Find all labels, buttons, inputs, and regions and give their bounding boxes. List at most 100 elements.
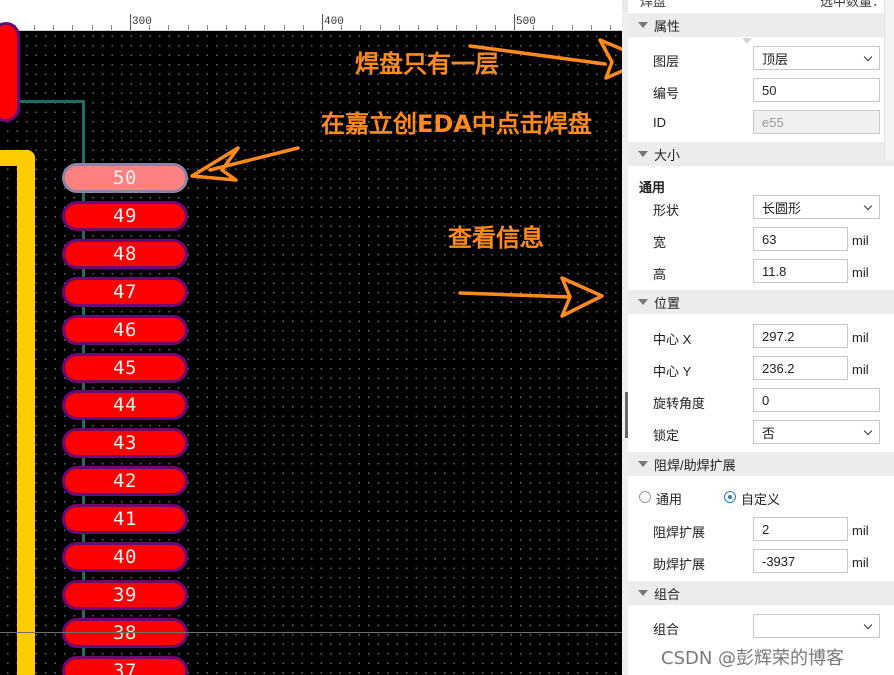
pad-41[interactable]: 41 [62, 504, 188, 534]
center-x-label: 中心 X [653, 332, 692, 347]
ruler-minor-tick [188, 25, 189, 30]
id-input: e55 [753, 110, 880, 134]
pad-42[interactable]: 42 [62, 466, 188, 496]
group-select[interactable] [753, 614, 880, 638]
ruler-minor-tick [533, 25, 534, 30]
outline-track-corner [0, 150, 35, 166]
collapse-triangle-icon [638, 590, 648, 596]
shape-label: 形状 [653, 203, 680, 218]
pad-43[interactable]: 43 [62, 428, 188, 458]
ruler-minor-tick [149, 25, 150, 30]
center-y-unit: mil [852, 362, 869, 377]
panel-header: 焊盘 选中数量：1 [628, 0, 894, 8]
section-group-label: 组合 [654, 586, 681, 602]
pad-label: 37 [113, 660, 137, 675]
ruler-minor-tick [264, 25, 265, 30]
ruler-minor-tick [552, 25, 553, 30]
mask-custom-radio[interactable] [724, 491, 736, 503]
width-unit: mil [852, 233, 869, 248]
mask-custom-label: 自定义 [741, 492, 781, 507]
pad-label: 38 [113, 622, 137, 644]
pad-38[interactable]: 38 [62, 618, 188, 648]
paste-mask-unit: mil [852, 555, 869, 570]
paste-mask-value: -3937 [762, 553, 796, 569]
paste-mask-input[interactable]: -3937 [753, 549, 848, 573]
height-unit: mil [852, 265, 869, 280]
pad-label: 43 [113, 432, 137, 454]
outline-track [17, 150, 35, 675]
pad-46[interactable]: 46 [62, 315, 188, 345]
lock-select[interactable]: 否 [753, 420, 880, 444]
height-value: 11.8 [762, 263, 787, 279]
ruler-minor-tick [53, 25, 54, 30]
pad-label: 42 [113, 470, 137, 492]
section-size[interactable]: 大小 [628, 142, 894, 166]
pad-47[interactable]: 47 [62, 277, 188, 307]
section-group[interactable]: 组合 [628, 581, 894, 605]
tooltip-caret-icon [742, 38, 752, 44]
ruler-minor-tick [610, 25, 611, 30]
center-x-value: 297.2 [762, 328, 795, 344]
ruler-minor-tick [92, 25, 93, 30]
pad-37[interactable]: 37 [62, 656, 188, 675]
center-x-unit: mil [852, 330, 869, 345]
height-input[interactable]: 11.8 [753, 259, 848, 283]
rotation-input[interactable]: 0 [753, 388, 880, 412]
pad-44[interactable]: 44 [62, 390, 188, 420]
pad-48[interactable]: 48 [62, 239, 188, 269]
pcb-canvas[interactable]: 300 400 500 51 5049484746454443424140393… [0, 0, 622, 675]
annotation-layer-note: 焊盘只有一层 [355, 50, 499, 78]
ruler-minor-tick [591, 25, 592, 30]
top-ruler: 300 400 500 [0, 0, 622, 31]
collapse-triangle-icon [638, 22, 648, 28]
chevron-down-icon [863, 201, 873, 211]
pad-45[interactable]: 45 [62, 353, 188, 383]
ruler-major-tick [514, 14, 515, 30]
width-input[interactable]: 63 [753, 227, 848, 251]
number-input[interactable]: 50 [753, 78, 880, 102]
pad-40[interactable]: 40 [62, 542, 188, 572]
height-label: 高 [653, 267, 667, 282]
shape-value: 长圆形 [762, 200, 802, 216]
property-panel: 焊盘 选中数量：1 属性 图层 顶层 编号 50 ID e55 大小 通用 形状… [628, 0, 894, 675]
section-attributes[interactable]: 属性 [628, 13, 894, 37]
width-value: 63 [762, 231, 777, 247]
annotation-info-note: 查看信息 [448, 224, 544, 252]
lock-value: 否 [762, 425, 776, 441]
pad-label: 48 [113, 243, 137, 265]
center-x-input[interactable]: 297.2 [753, 324, 848, 348]
lock-label: 锁定 [653, 428, 680, 443]
mask-general-radio[interactable] [639, 491, 651, 503]
center-y-input[interactable]: 236.2 [753, 356, 848, 380]
section-mask[interactable]: 阻焊/助焊扩展 [628, 452, 894, 476]
chevron-down-icon [863, 426, 873, 436]
pad-50[interactable]: 50 [62, 163, 188, 193]
pad-39[interactable]: 39 [62, 580, 188, 610]
id-value: e55 [762, 114, 784, 130]
ruler-minor-tick [341, 25, 342, 30]
pad-label: 45 [113, 357, 137, 379]
pad-51[interactable] [0, 22, 20, 122]
annotation-click-note: 在嘉立创EDA中点击焊盘 [321, 110, 592, 138]
center-y-label: 中心 Y [653, 364, 692, 379]
rotation-label: 旋转角度 [653, 396, 706, 411]
chevron-down-icon [863, 620, 873, 630]
selection-count: 选中数量：1 [820, 0, 893, 8]
solder-mask-input[interactable]: 2 [753, 517, 848, 541]
ruler-minor-tick [303, 25, 304, 30]
chevron-down-icon [863, 52, 873, 62]
ruler-minor-tick [418, 25, 419, 30]
center-y-value: 236.2 [762, 360, 795, 376]
panel-scrollbar[interactable] [884, 0, 894, 160]
layer-select[interactable]: 顶层 [753, 46, 880, 70]
pad-49[interactable]: 49 [62, 201, 188, 231]
section-position[interactable]: 位置 [628, 290, 894, 314]
section-attributes-label: 属性 [654, 18, 681, 34]
layer-value: 顶层 [762, 51, 789, 67]
panel-title: 焊盘 [640, 0, 667, 8]
group-label: 组合 [653, 622, 680, 637]
pad-label: 40 [113, 546, 137, 568]
ruler-minor-tick [284, 25, 285, 30]
ruler-minor-tick [226, 25, 227, 30]
shape-select[interactable]: 长圆形 [753, 195, 880, 219]
